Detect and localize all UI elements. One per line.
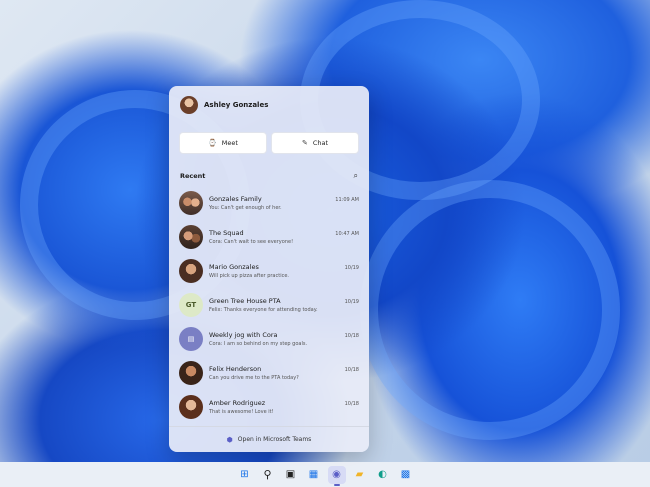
compose-icon: ✎ <box>301 139 308 147</box>
conversation-name: Green Tree House PTA <box>209 297 281 305</box>
profile-header[interactable]: Ashley Gonzales <box>180 94 268 116</box>
avatar <box>179 361 203 385</box>
list-item[interactable]: Amber Rodriguez 10/18 That is awesome! L… <box>169 390 369 424</box>
list-item[interactable]: ▤ Weekly jog with Cora 10/18 Cora: I am … <box>169 322 369 356</box>
conversation-time: 10/19 <box>344 265 359 271</box>
conversation-time: 10/18 <box>344 401 359 407</box>
avatar: GT <box>179 293 203 317</box>
file-explorer-icon[interactable]: ▰ <box>351 466 369 484</box>
chat-button[interactable]: ✎ Chat <box>271 132 359 154</box>
conversation-name: Mario Gonzales <box>209 263 259 271</box>
conversation-preview: Cora: I am so behind on my step goals. <box>209 341 308 347</box>
chat-flyout: Ashley Gonzales ⌚ Meet ✎ Chat Recent ⌕ G… <box>169 86 369 452</box>
conversation-time: 11:09 AM <box>335 197 359 203</box>
conversation-list: Gonzales Family 11:09 AM You: Can't get … <box>169 186 369 424</box>
conversation-name: Gonzales Family <box>209 195 262 203</box>
profile-name: Ashley Gonzales <box>204 101 269 109</box>
edge-browser-icon[interactable]: ◐ <box>374 466 392 484</box>
list-item[interactable]: Gonzales Family 11:09 AM You: Can't get … <box>169 186 369 220</box>
conversation-name: Felix Henderson <box>209 365 262 373</box>
conversation-preview: Felix: Thanks everyone for attending tod… <box>209 307 318 313</box>
list-item[interactable]: Felix Henderson 10/18 Can you drive me t… <box>169 356 369 390</box>
open-in-teams-link[interactable]: ⬢ Open in Microsoft Teams <box>169 426 369 452</box>
conversation-preview: Will pick up pizza after practice. <box>209 273 290 279</box>
list-item[interactable]: Mario Gonzales 10/19 Will pick up pizza … <box>169 254 369 288</box>
recent-title: Recent <box>180 172 206 180</box>
conversation-preview: Can you drive me to the PTA today? <box>209 375 299 381</box>
search-icon[interactable]: ⚲ <box>259 466 277 484</box>
wallpaper-swirl <box>360 180 620 440</box>
recent-header: Recent ⌕ <box>180 171 358 181</box>
conversation-preview: You: Can't get enough of her. <box>209 205 282 211</box>
avatar <box>179 259 203 283</box>
avatar <box>179 395 203 419</box>
avatar <box>179 191 203 215</box>
meet-label: Meet <box>221 139 238 147</box>
conversation-time: 10:47 AM <box>335 231 359 237</box>
conversation-name: Weekly jog with Cora <box>209 331 278 339</box>
avatar <box>179 225 203 249</box>
conversation-name: The Squad <box>209 229 244 237</box>
list-item[interactable]: GT Green Tree House PTA 10/19 Felix: Tha… <box>169 288 369 322</box>
taskbar: ⊞ ⚲ ▣ ▦ ◉ ▰ ◐ ▩ <box>0 462 650 487</box>
conversation-time: 10/19 <box>344 299 359 305</box>
list-item[interactable]: The Squad 10:47 AM Cora: Can't wait to s… <box>169 220 369 254</box>
task-view-icon[interactable]: ▣ <box>282 466 300 484</box>
store-icon[interactable]: ▩ <box>397 466 415 484</box>
camera-icon: ⌚ <box>208 139 217 147</box>
conversation-name: Amber Rodriguez <box>209 399 266 407</box>
conversation-time: 10/18 <box>344 367 359 373</box>
conversation-preview: Cora: Can't wait to see everyone! <box>209 239 294 245</box>
widgets-icon[interactable]: ▦ <box>305 466 323 484</box>
teams-icon: ⬢ <box>226 435 233 444</box>
conversation-preview: That is awesome! Love it! <box>209 409 274 415</box>
search-icon[interactable]: ⌕ <box>354 171 358 181</box>
chat-icon[interactable]: ◉ <box>327 465 346 486</box>
action-bar: ⌚ Meet ✎ Chat <box>179 132 359 154</box>
avatar <box>180 96 198 114</box>
conversation-time: 10/18 <box>344 333 359 339</box>
calendar-icon: ▤ <box>179 327 203 351</box>
windows-start-icon[interactable]: ⊞ <box>236 466 254 484</box>
chat-label: Chat <box>312 139 329 147</box>
meet-button[interactable]: ⌚ Meet <box>179 132 267 154</box>
open-in-teams-label: Open in Microsoft Teams <box>237 436 312 443</box>
